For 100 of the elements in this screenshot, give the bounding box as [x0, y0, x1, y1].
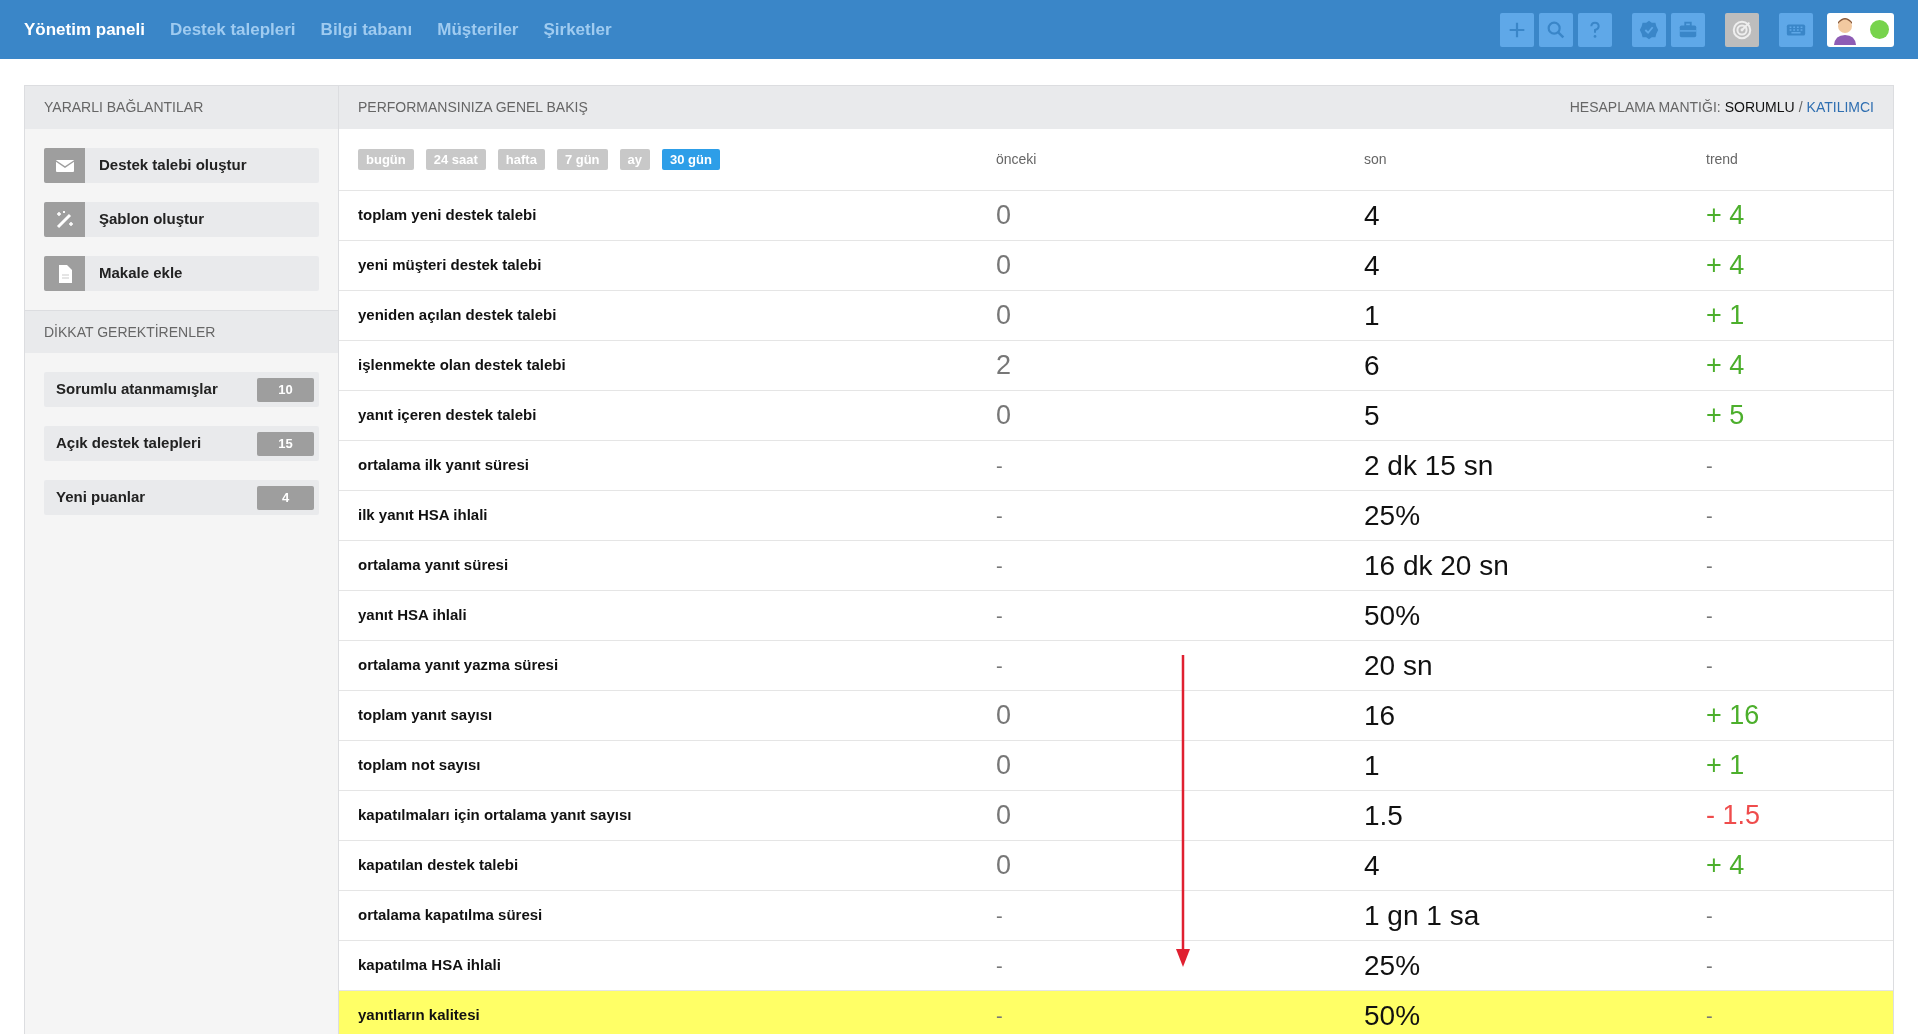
current-value: 16 dk 20 sn — [1364, 548, 1510, 583]
trend-value: + 5 — [1706, 399, 1746, 433]
count-badge: 10 — [257, 377, 314, 402]
metric-label: ortalama yanıt süresi — [358, 555, 510, 576]
previous-value: - — [996, 903, 1004, 929]
trend-value: + 4 — [1706, 849, 1746, 883]
previous-value: 0 — [996, 399, 1013, 433]
trend-value: - — [1706, 603, 1714, 629]
logic-option[interactable]: KATILIMCI — [1806, 97, 1874, 118]
previous-value: 0 — [996, 299, 1013, 333]
trend-value: + 4 — [1706, 199, 1746, 233]
metric-label: yanıt içeren destek talebi — [358, 405, 538, 426]
nav-link[interactable]: Bilgi tabanı — [320, 16, 413, 43]
current-value: 25% — [1364, 498, 1422, 533]
trend-value: - — [1706, 553, 1714, 579]
previous-value: 0 — [996, 799, 1013, 833]
trend-value: - — [1706, 903, 1714, 929]
current-value: 1.5 — [1364, 798, 1404, 833]
previous-value: 0 — [996, 749, 1013, 783]
nav-link[interactable]: Şirketler — [543, 16, 612, 43]
calculation-logic-label: HESAPLAMA MANTIĞI: — [1569, 98, 1721, 117]
section-title: PERFORMANSINIZA GENEL BAKIŞ — [358, 98, 588, 117]
previous-value: 0 — [996, 699, 1013, 733]
previous-value: 2 — [996, 349, 1013, 383]
toolbar-button[interactable] — [1500, 12, 1534, 47]
previous-value: 0 — [996, 849, 1013, 883]
metric-label: yeniden açılan destek talebi — [358, 305, 558, 326]
attention-label: Sorumlu atanmamışlar — [56, 379, 218, 400]
previous-value: - — [996, 1003, 1004, 1029]
trend-value: - — [1706, 1003, 1714, 1029]
current-value: 2 dk 15 sn — [1364, 448, 1495, 483]
attention-item[interactable]: Sorumlu atanmamışlar 10 — [44, 372, 319, 407]
trend-value: + 4 — [1706, 349, 1746, 383]
trend-value: + 4 — [1706, 249, 1746, 283]
trend-value: - 1.5 — [1706, 799, 1762, 833]
column-header: önceki — [996, 150, 1038, 169]
metric-label: ortalama kapatılma süresi — [358, 905, 544, 926]
trend-value: - — [1706, 653, 1714, 679]
column-header: son — [1364, 150, 1388, 169]
metric-label: işlenmekte olan destek talebi — [358, 355, 567, 376]
metric-label: kapatılan destek talebi — [358, 855, 520, 876]
count-badge: 4 — [257, 485, 314, 510]
sidebar-link[interactable]: Destek talebi oluştur — [44, 148, 319, 183]
metric-label: yeni müşteri destek talebi — [358, 255, 543, 276]
trend-value: - — [1706, 953, 1714, 979]
toolbar-button[interactable] — [1671, 12, 1705, 47]
current-value: 25% — [1364, 948, 1422, 983]
metric-label: toplam yeni destek talebi — [358, 205, 538, 226]
nav-link[interactable]: Müşteriler — [437, 16, 519, 43]
metric-label: ilk yanıt HSA ihlali — [358, 505, 489, 526]
current-value: 1 — [1364, 748, 1381, 783]
current-value: 50% — [1364, 598, 1422, 633]
metric-label: toplam not sayısı — [358, 755, 482, 776]
metric-label: toplam yanıt sayısı — [358, 705, 494, 726]
trend-value: + 1 — [1706, 299, 1746, 333]
current-value: 6 — [1364, 348, 1381, 383]
attention-label: Açık destek talepleri — [56, 433, 202, 454]
previous-value: - — [996, 953, 1004, 979]
previous-value: - — [996, 603, 1004, 629]
toolbar-button[interactable] — [1539, 12, 1573, 47]
count-badge: 15 — [257, 431, 314, 456]
user-menu[interactable] — [1827, 12, 1894, 47]
previous-value: - — [996, 453, 1004, 479]
section-title: DİKKAT GEREKTİRENLER — [44, 322, 216, 342]
metric-label: yanıt HSA ihlali — [358, 605, 468, 626]
toolbar-button[interactable] — [1632, 12, 1666, 47]
trend-value: + 1 — [1706, 749, 1746, 783]
current-value: 1 gn 1 sa — [1364, 898, 1481, 933]
logic-option[interactable]: SORUMLU — [1724, 97, 1795, 118]
attention-item[interactable]: Açık destek talepleri 15 — [44, 426, 319, 461]
metric-label: ortalama yanıt yazma süresi — [358, 655, 560, 676]
section-title: YARARLI BAĞLANTILAR — [44, 98, 204, 117]
current-value: 5 — [1364, 398, 1381, 433]
trend-value: - — [1706, 453, 1714, 479]
nav-link[interactable]: Yönetim paneli — [24, 16, 145, 43]
previous-value: 0 — [996, 199, 1013, 233]
separator-text: / — [1798, 98, 1803, 117]
current-value: 4 — [1364, 248, 1381, 283]
previous-value: - — [996, 553, 1004, 579]
check-badge-icon — [1638, 18, 1660, 41]
current-value: 20 sn — [1364, 648, 1434, 683]
period-tab[interactable]: 30 gün — [662, 149, 720, 170]
attention-label: Yeni puanlar — [56, 487, 146, 508]
trend-value: + 16 — [1706, 699, 1761, 733]
toolbar-button[interactable] — [1578, 12, 1612, 47]
sidebar-link[interactable]: Makale ekle — [44, 256, 319, 291]
metric-label: kapatılma HSA ihlali — [358, 955, 502, 976]
previous-value: - — [996, 503, 1004, 529]
nav-link[interactable]: Destek talepleri — [169, 16, 296, 43]
sidebar-link[interactable]: Şablon oluştur — [44, 202, 319, 237]
current-value: 16 — [1364, 698, 1397, 733]
previous-value: 0 — [996, 249, 1013, 283]
attention-item[interactable]: Yeni puanlar 4 — [44, 480, 319, 515]
previous-value: - — [996, 653, 1004, 679]
toolbar-button[interactable] — [1779, 12, 1813, 47]
current-value: 1 — [1364, 298, 1381, 333]
current-value: 4 — [1364, 198, 1381, 233]
column-header: trend — [1706, 150, 1739, 169]
current-value: 4 — [1364, 848, 1381, 883]
toolbar-button[interactable] — [1725, 12, 1759, 47]
